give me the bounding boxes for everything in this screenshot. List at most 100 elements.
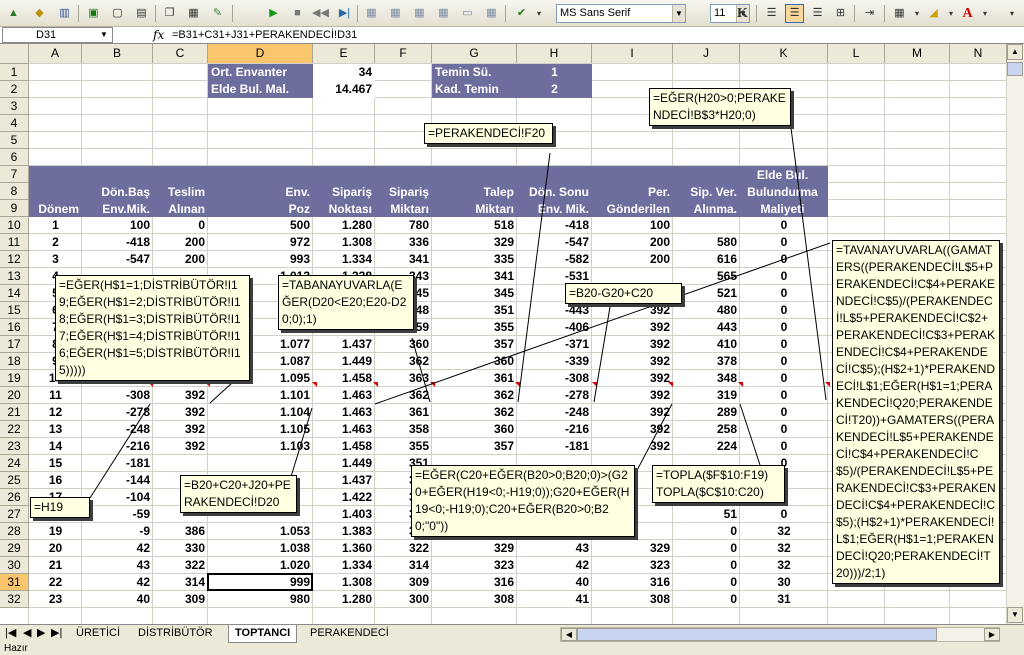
table-cell[interactable]: 361 xyxy=(432,370,517,387)
row-header[interactable]: 4 xyxy=(0,115,29,132)
comment-box[interactable]: =EĞER(H20>0;PERAKENDECİ!B$3*H20;0) xyxy=(649,88,791,126)
table-cell[interactable]: 1.334 xyxy=(313,557,375,574)
table-cell[interactable]: 392 xyxy=(592,336,673,353)
table-cell[interactable]: -104 xyxy=(82,489,153,506)
column-header[interactable]: A xyxy=(29,44,82,64)
table-cell[interactable]: 329 xyxy=(592,540,673,557)
comment-box[interactable]: =PERAKENDECİ!F20 xyxy=(424,123,553,144)
column-header[interactable]: M xyxy=(885,44,950,64)
form-icon[interactable]: ▤ xyxy=(132,4,151,23)
chart-wizard-icon[interactable]: ▲ xyxy=(4,4,23,23)
table-cell[interactable]: -308 xyxy=(82,387,153,404)
table-cell[interactable]: 351 xyxy=(432,302,517,319)
table-cell[interactable]: 1.422 xyxy=(313,489,375,506)
table-cell[interactable]: 360 xyxy=(375,336,432,353)
table-cell[interactable]: 42 xyxy=(517,557,592,574)
table-cell[interactable]: 0 xyxy=(740,285,828,302)
table-cell[interactable]: 100 xyxy=(592,217,673,234)
horizontal-scrollbar[interactable]: ◀ ▶ xyxy=(560,627,1000,642)
table-cell[interactable]: 22 xyxy=(29,574,82,591)
comment-indicator[interactable] xyxy=(205,382,210,387)
comment-box[interactable]: =TOPLA($F$10:F19) TOPLA($C$10:C20) xyxy=(652,465,785,503)
table-cell[interactable]: -278 xyxy=(82,404,153,421)
table-cell[interactable]: 1.383 xyxy=(313,523,375,540)
table-cell[interactable]: 357 xyxy=(432,336,517,353)
table-cell[interactable]: 335 xyxy=(432,251,517,268)
column-header[interactable]: E xyxy=(313,44,375,64)
step-icon[interactable]: ▶| xyxy=(335,4,354,23)
table-cell[interactable]: 314 xyxy=(153,574,208,591)
table-cell[interactable]: 392 xyxy=(592,387,673,404)
row-header[interactable]: 11 xyxy=(0,234,29,251)
table-cell[interactable]: -406 xyxy=(517,319,592,336)
table-cell[interactable]: 336 xyxy=(375,234,432,251)
comment-indicator[interactable] xyxy=(373,382,378,387)
table-cell[interactable]: 2 xyxy=(29,234,82,251)
table-cell[interactable]: 14 xyxy=(29,438,82,455)
table-cell[interactable]: -59 xyxy=(82,506,153,523)
table-cell[interactable]: 392 xyxy=(153,421,208,438)
table-cell[interactable]: -339 xyxy=(517,353,592,370)
error-trace-icon[interactable]: ▦ xyxy=(434,4,453,23)
table-cell[interactable]: 0 xyxy=(740,421,828,438)
trace-dependents-icon[interactable]: ▦ xyxy=(386,4,405,23)
comment-indicator[interactable] xyxy=(430,382,435,387)
table-cell[interactable]: 0 xyxy=(740,336,828,353)
table-cell[interactable]: 329 xyxy=(432,540,517,557)
comment-indicator[interactable] xyxy=(148,382,153,387)
select-all-corner[interactable] xyxy=(0,44,29,64)
first-sheet-icon[interactable]: |◀ xyxy=(2,625,19,643)
table-cell[interactable]: 0 xyxy=(740,404,828,421)
sheet-tab-perakendeci[interactable]: PERAKENDECİ xyxy=(304,625,395,643)
table-cell[interactable]: 1.437 xyxy=(313,336,375,353)
table-cell[interactable]: 1.449 xyxy=(313,353,375,370)
table-cell[interactable]: 23 xyxy=(29,591,82,608)
table-cell[interactable]: 31 xyxy=(740,591,828,608)
table-cell[interactable]: 362 xyxy=(375,387,432,404)
table-cell[interactable]: 316 xyxy=(432,574,517,591)
table-cell[interactable]: 480 xyxy=(673,302,740,319)
table-cell[interactable]: 341 xyxy=(432,268,517,285)
table-cell[interactable]: 0 xyxy=(740,319,828,336)
table-cell[interactable]: 100 xyxy=(82,217,153,234)
watch-window-icon[interactable]: ✔ xyxy=(512,4,531,23)
table-cell[interactable]: 200 xyxy=(153,251,208,268)
table-cell[interactable]: 1.403 xyxy=(313,506,375,523)
table-cell[interactable]: 1.463 xyxy=(313,404,375,421)
table-cell[interactable]: 341 xyxy=(375,251,432,268)
table-cell[interactable]: 1.437 xyxy=(313,472,375,489)
table-cell[interactable]: 392 xyxy=(592,404,673,421)
last-sheet-icon[interactable]: ▶| xyxy=(48,625,65,643)
table-cell[interactable]: -418 xyxy=(82,234,153,251)
table-cell[interactable]: 323 xyxy=(432,557,517,574)
comment-box[interactable]: =TABANAYUVARLA(EĞER(D20<E20;E20-D20;0);1… xyxy=(278,275,414,330)
table-cell[interactable]: 314 xyxy=(375,557,432,574)
row-header[interactable]: 32 xyxy=(0,591,29,608)
table-cell[interactable]: 0 xyxy=(153,217,208,234)
table-cell[interactable]: 392 xyxy=(592,421,673,438)
table-cell[interactable]: 1.104 xyxy=(208,404,313,421)
table-cell[interactable]: 565 xyxy=(673,268,740,285)
column-header[interactable]: B xyxy=(82,44,153,64)
row-header[interactable]: 10 xyxy=(0,217,29,234)
diamond-icon[interactable]: ◆ xyxy=(30,4,49,23)
row-header[interactable]: 28 xyxy=(0,523,29,540)
table-cell[interactable]: 392 xyxy=(592,353,673,370)
row-header[interactable]: 26 xyxy=(0,489,29,506)
table-cell[interactable]: 200 xyxy=(592,251,673,268)
comment-box[interactable]: =B20-G20+C20 xyxy=(565,283,682,304)
table-cell[interactable]: 21 xyxy=(29,557,82,574)
borders-icon[interactable]: ▦ xyxy=(890,4,909,23)
table-cell[interactable]: 11 xyxy=(29,387,82,404)
row-header[interactable]: 29 xyxy=(0,540,29,557)
circle-invalid-icon[interactable]: ▦ xyxy=(482,4,501,23)
table-cell[interactable]: 780 xyxy=(375,217,432,234)
font-color-icon[interactable]: A xyxy=(958,4,977,23)
row-header[interactable]: 2 xyxy=(0,81,29,98)
row-header[interactable]: 18 xyxy=(0,353,29,370)
table-cell[interactable]: 518 xyxy=(432,217,517,234)
comment-box[interactable]: =EĞER(H$1=1;DİSTRİBÜTÖR!I19;EĞER(H$1=2;D… xyxy=(55,275,250,381)
prev-sheet-icon[interactable]: ◀ xyxy=(20,625,34,643)
table-cell[interactable]: 41 xyxy=(517,591,592,608)
table-cell[interactable]: 357 xyxy=(432,438,517,455)
